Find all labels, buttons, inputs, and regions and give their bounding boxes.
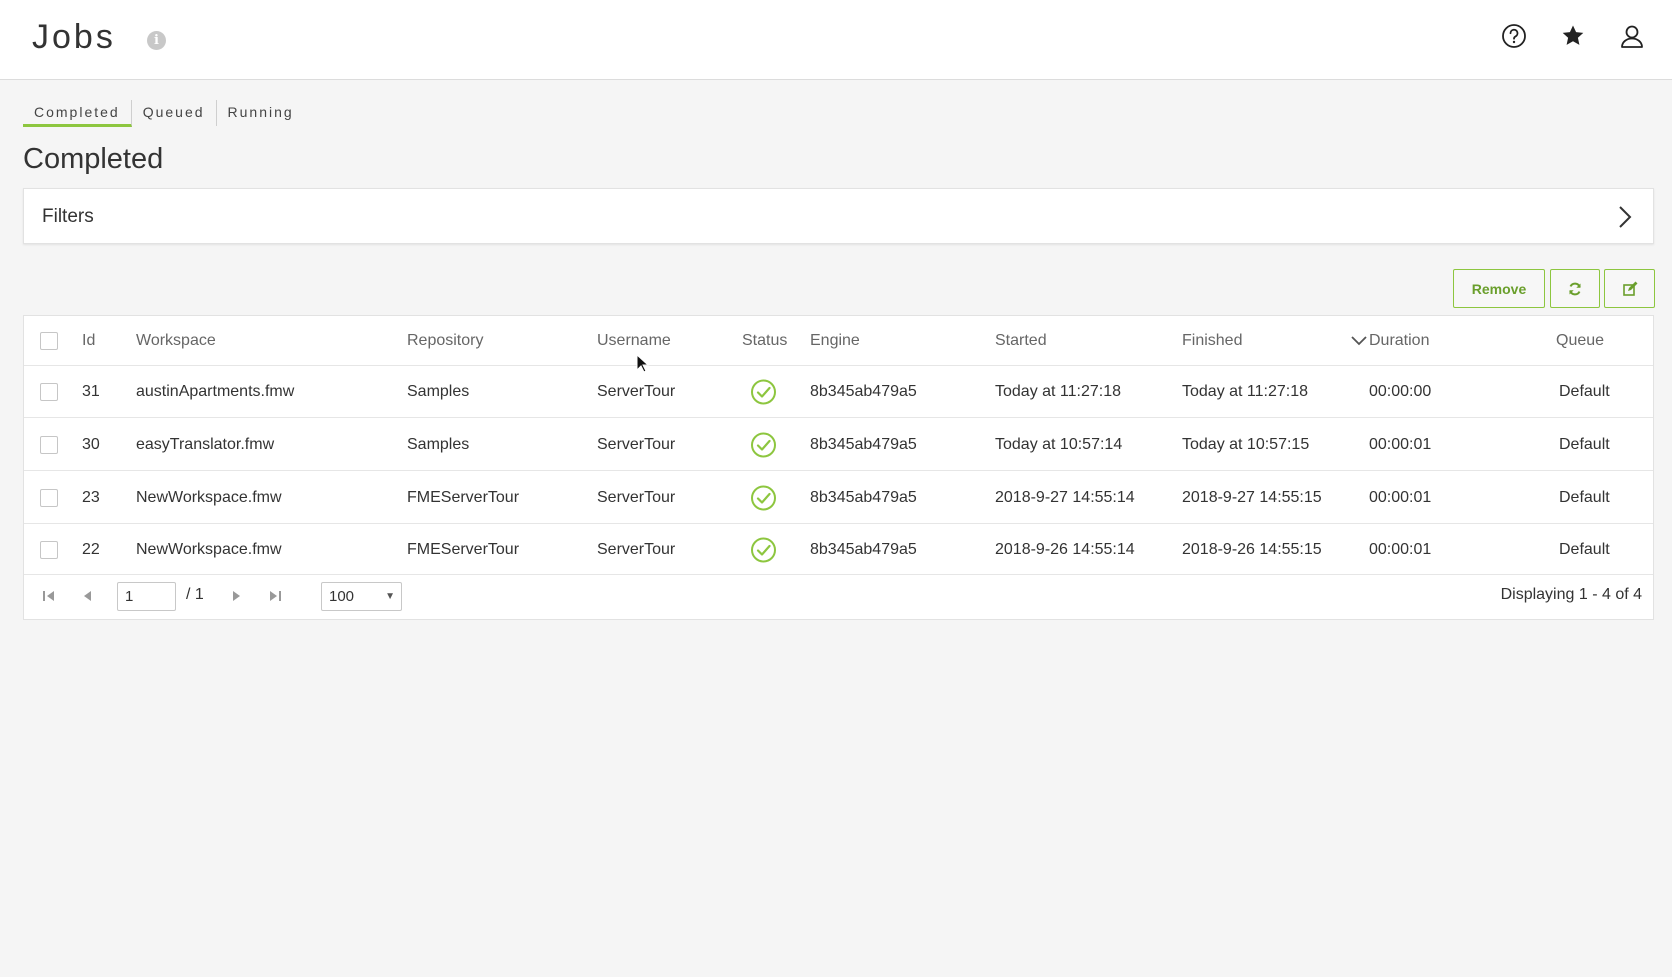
first-page-button[interactable] bbox=[39, 586, 59, 606]
column-header-engine[interactable]: Engine bbox=[810, 332, 860, 350]
previous-page-icon bbox=[84, 591, 91, 601]
cell-finished: Today at 10:57:15 bbox=[1182, 435, 1310, 453]
cell-id: 22 bbox=[82, 540, 100, 558]
cell-engine: 8b345ab479a5 bbox=[810, 435, 917, 453]
column-header-duration[interactable]: Duration bbox=[1369, 332, 1429, 350]
select-all-checkbox[interactable] bbox=[40, 331, 58, 350]
row-checkbox[interactable] bbox=[40, 540, 58, 559]
cell-engine: 8b345ab479a5 bbox=[810, 540, 917, 558]
previous-page-button[interactable] bbox=[77, 586, 97, 606]
cell-started: 2018-9-26 14:55:14 bbox=[995, 540, 1135, 558]
table-row[interactable]: 22 NewWorkspace.fmw FMEServerTour Server… bbox=[24, 525, 1653, 575]
last-page-button[interactable] bbox=[265, 586, 285, 606]
info-icon[interactable]: i bbox=[147, 31, 166, 50]
cell-started: Today at 10:57:14 bbox=[995, 435, 1123, 453]
cell-finished: 2018-9-27 14:55:15 bbox=[1182, 488, 1322, 506]
cell-username: ServerTour bbox=[597, 435, 676, 453]
sort-descending-icon[interactable] bbox=[1351, 335, 1367, 346]
tab-queued[interactable]: Queued bbox=[132, 100, 217, 126]
success-check-icon bbox=[751, 485, 776, 510]
column-header-started[interactable]: Started bbox=[995, 332, 1047, 350]
refresh-icon bbox=[1569, 282, 1581, 295]
top-bar: Jobs i bbox=[0, 0, 1672, 80]
tab-running[interactable]: Running bbox=[217, 100, 305, 126]
page-title: Jobs bbox=[32, 18, 116, 56]
page-size-value: 100 bbox=[329, 588, 355, 605]
cell-queue: Default bbox=[1559, 540, 1610, 558]
cell-repository: Samples bbox=[407, 382, 470, 400]
page-number-input[interactable] bbox=[117, 582, 176, 611]
table-row[interactable]: 30 easyTranslator.fmw Samples ServerTour… bbox=[24, 419, 1653, 471]
cell-finished: 2018-9-26 14:55:15 bbox=[1182, 540, 1322, 558]
table-header-row: Id Workspace Repository Username Status … bbox=[24, 316, 1653, 366]
column-header-status[interactable]: Status bbox=[742, 332, 787, 350]
cell-duration: 00:00:01 bbox=[1369, 435, 1432, 453]
next-page-icon bbox=[233, 591, 240, 601]
mouse-cursor-icon bbox=[636, 354, 650, 373]
cell-duration: 00:00:01 bbox=[1369, 488, 1432, 506]
job-tabs: Completed Queued Running bbox=[23, 100, 305, 127]
filters-panel[interactable]: Filters bbox=[23, 188, 1654, 244]
refresh-button[interactable] bbox=[1550, 269, 1600, 308]
cell-id: 30 bbox=[82, 435, 100, 453]
cell-username: ServerTour bbox=[597, 488, 676, 506]
page-size-select[interactable]: 100 ▼ bbox=[321, 582, 402, 611]
cell-duration: 00:00:01 bbox=[1369, 540, 1432, 558]
star-icon[interactable] bbox=[1559, 22, 1587, 50]
column-header-username[interactable]: Username bbox=[597, 332, 671, 350]
cell-queue: Default bbox=[1559, 488, 1610, 506]
success-check-icon bbox=[751, 432, 776, 457]
cell-finished: Today at 11:27:18 bbox=[1182, 382, 1309, 400]
pagination-bar: / 1 100 ▼ Displaying 1 - 4 of 4 bbox=[24, 574, 1653, 619]
cell-id: 23 bbox=[82, 488, 100, 506]
remove-button[interactable]: Remove bbox=[1453, 269, 1545, 308]
section-title: Completed bbox=[23, 143, 164, 175]
row-checkbox[interactable] bbox=[40, 488, 58, 507]
chevron-right-icon bbox=[1619, 206, 1632, 228]
cell-id: 31 bbox=[82, 382, 100, 400]
page-total: / 1 bbox=[186, 586, 204, 603]
cell-workspace[interactable]: NewWorkspace.fmw bbox=[136, 489, 282, 507]
cell-queue: Default bbox=[1559, 382, 1610, 400]
table-row[interactable]: 31 austinApartments.fmw Samples ServerTo… bbox=[24, 366, 1653, 418]
column-header-workspace[interactable]: Workspace bbox=[136, 332, 216, 350]
cell-duration: 00:00:00 bbox=[1369, 382, 1432, 400]
first-page-icon bbox=[43, 591, 54, 601]
column-header-queue[interactable]: Queue bbox=[1556, 332, 1604, 350]
cell-repository: FMEServerTour bbox=[407, 540, 520, 558]
column-header-repository[interactable]: Repository bbox=[407, 332, 483, 350]
column-header-finished[interactable]: Finished bbox=[1182, 332, 1242, 350]
cell-workspace[interactable]: NewWorkspace.fmw bbox=[136, 541, 282, 559]
dropdown-caret-icon: ▼ bbox=[385, 591, 395, 602]
display-count: Displaying 1 - 4 of 4 bbox=[1500, 586, 1642, 603]
cell-username: ServerTour bbox=[597, 382, 676, 400]
success-check-icon bbox=[751, 379, 776, 404]
filters-label: Filters bbox=[42, 206, 94, 227]
next-page-button[interactable] bbox=[227, 586, 247, 606]
row-checkbox[interactable] bbox=[40, 435, 58, 454]
cell-engine: 8b345ab479a5 bbox=[810, 488, 917, 506]
tab-completed[interactable]: Completed bbox=[23, 100, 132, 127]
column-header-id[interactable]: Id bbox=[82, 332, 95, 350]
row-checkbox[interactable] bbox=[40, 382, 58, 401]
cell-queue: Default bbox=[1559, 435, 1610, 453]
edit-button[interactable] bbox=[1604, 269, 1655, 308]
cell-username: ServerTour bbox=[597, 540, 676, 558]
cell-started: Today at 11:27:18 bbox=[995, 382, 1122, 400]
cell-started: 2018-9-27 14:55:14 bbox=[995, 488, 1135, 506]
last-page-icon bbox=[270, 591, 281, 601]
cell-engine: 8b345ab479a5 bbox=[810, 382, 917, 400]
cell-repository: Samples bbox=[407, 435, 470, 453]
cell-workspace[interactable]: easyTranslator.fmw bbox=[136, 436, 274, 454]
edit-icon bbox=[1622, 281, 1637, 296]
table-row[interactable]: 23 NewWorkspace.fmw FMEServerTour Server… bbox=[24, 472, 1653, 524]
jobs-table: Id Workspace Repository Username Status … bbox=[23, 315, 1654, 620]
help-icon[interactable] bbox=[1500, 22, 1528, 50]
cell-workspace[interactable]: austinApartments.fmw bbox=[136, 383, 294, 401]
success-check-icon bbox=[751, 537, 776, 562]
user-icon[interactable] bbox=[1618, 22, 1646, 50]
cell-repository: FMEServerTour bbox=[407, 488, 520, 506]
